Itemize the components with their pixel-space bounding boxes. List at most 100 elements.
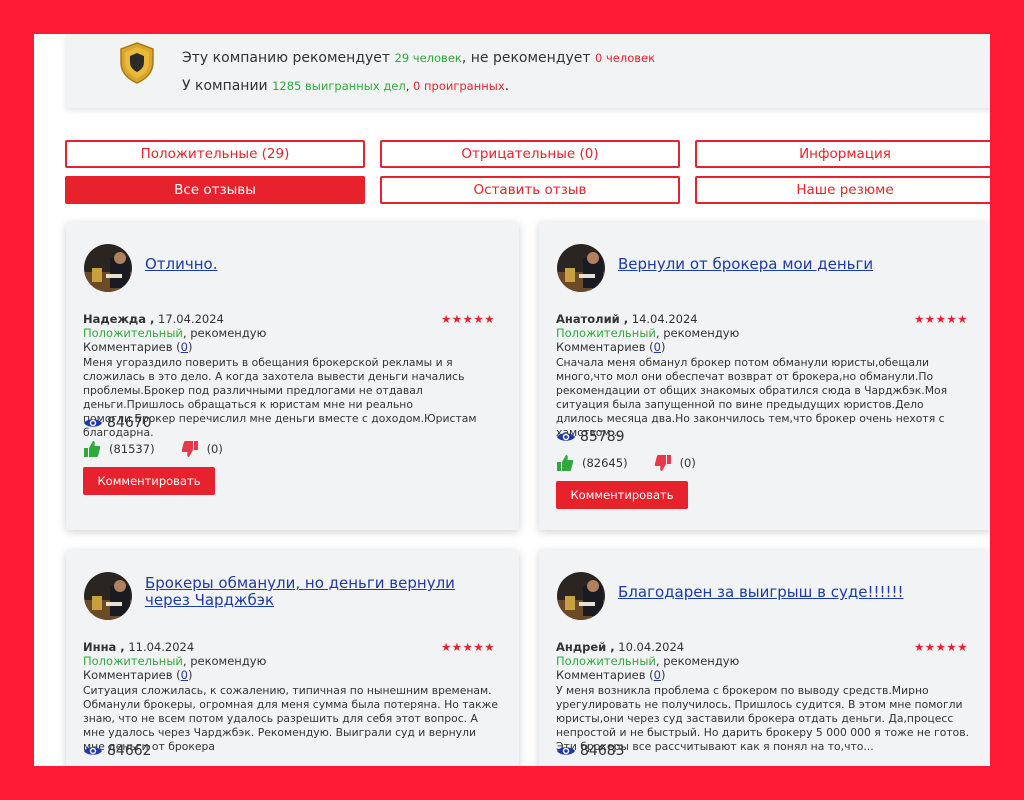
avatar bbox=[557, 572, 605, 620]
comment-button[interactable]: Комментировать bbox=[556, 481, 688, 509]
review-card: Вернули от брокера мои деньги Анатолий ,… bbox=[539, 222, 990, 530]
review-author-line: Андрей , 10.04.2024 bbox=[556, 640, 685, 654]
cases-line: У компании 1285 выигранных дел, 0 проигр… bbox=[182, 78, 509, 94]
review-author: Андрей bbox=[556, 640, 607, 654]
eye-icon bbox=[557, 747, 575, 755]
comments-label: Комментариев ( bbox=[83, 668, 181, 682]
avatar bbox=[84, 244, 132, 292]
dislikes-count: (0) bbox=[206, 442, 223, 456]
all-reviews-button[interactable]: Все отзывы bbox=[65, 176, 365, 204]
comment-button[interactable]: Комментировать bbox=[83, 467, 215, 495]
review-type-line: Положительный, рекомендую bbox=[556, 326, 739, 340]
cases-comma: , bbox=[405, 79, 414, 93]
comments-count-link[interactable]: 0 bbox=[181, 340, 188, 354]
review-type-line: Положительный, рекомендую bbox=[83, 654, 266, 668]
rating-stars: ★★★★★ bbox=[441, 640, 496, 654]
views-count: 84683 bbox=[580, 743, 625, 759]
review-type: Положительный bbox=[556, 654, 656, 668]
comments-line: Комментариев (0) bbox=[83, 668, 193, 682]
recommendation-line: Эту компанию рекомендует 29 человек, не … bbox=[182, 50, 655, 66]
comments-close: ) bbox=[661, 340, 666, 354]
lost-cases: 0 проигранных bbox=[413, 79, 505, 93]
rating-stars: ★★★★★ bbox=[914, 312, 969, 326]
comments-close: ) bbox=[661, 668, 666, 682]
review-title[interactable]: Вернули от брокера мои деньги bbox=[618, 256, 973, 273]
review-author-line: Надежда , 17.04.2024 bbox=[83, 312, 224, 326]
review-title[interactable]: Брокеры обманули, но деньги вернули чере… bbox=[145, 575, 500, 609]
leave-review-button[interactable]: Оставить отзыв bbox=[380, 176, 680, 204]
thumbs-up-icon[interactable] bbox=[83, 440, 101, 458]
avatar bbox=[84, 572, 132, 620]
vote-bar: (82645) (0) bbox=[556, 454, 696, 472]
cases-period: . bbox=[504, 78, 510, 94]
rec-prefix: Эту компанию рекомендует bbox=[182, 50, 395, 66]
comments-close: ) bbox=[188, 340, 193, 354]
review-type: Положительный bbox=[83, 326, 183, 340]
review-recommend: , рекомендую bbox=[655, 326, 740, 340]
page-canvas: Эту компанию рекомендует 29 человек, не … bbox=[34, 34, 990, 766]
views-count: 85789 bbox=[580, 429, 625, 445]
notrec-count: 0 человек bbox=[595, 51, 656, 65]
rec-count: 29 человек bbox=[394, 51, 462, 65]
our-resume-button[interactable]: Наше резюме bbox=[695, 176, 990, 204]
review-title[interactable]: Отлично. bbox=[145, 256, 500, 273]
comments-line: Комментариев (0) bbox=[556, 668, 666, 682]
review-title[interactable]: Благодарен за выигрыш в суде!!!!!! bbox=[618, 584, 973, 601]
dislikes-count: (0) bbox=[679, 456, 696, 470]
likes-count: (81537) bbox=[109, 442, 155, 456]
thumbs-up-icon[interactable] bbox=[556, 454, 574, 472]
review-type-line: Положительный, рекомендую bbox=[83, 326, 266, 340]
review-author-line: Анатолий , 14.04.2024 bbox=[556, 312, 698, 326]
comments-count-link[interactable]: 0 bbox=[654, 340, 661, 354]
review-date: 11.04.2024 bbox=[128, 640, 195, 654]
comments-label: Комментариев ( bbox=[556, 340, 654, 354]
info-button[interactable]: Информация bbox=[695, 140, 990, 168]
rec-middle: , не рекомендует bbox=[461, 50, 596, 66]
likes-count: (82645) bbox=[582, 456, 628, 470]
review-author: Анатолий bbox=[556, 312, 620, 326]
review-date: 14.04.2024 bbox=[631, 312, 698, 326]
review-author: Инна bbox=[83, 640, 117, 654]
views-counter: 84670 bbox=[83, 415, 152, 431]
views-counter: 84662 bbox=[83, 743, 152, 759]
thumbs-down-icon[interactable] bbox=[181, 440, 199, 458]
review-type: Положительный bbox=[556, 326, 656, 340]
review-recommend: , рекомендую bbox=[182, 654, 267, 668]
comments-count-link[interactable]: 0 bbox=[654, 668, 661, 682]
rating-stars: ★★★★★ bbox=[914, 640, 969, 654]
thumbs-down-icon[interactable] bbox=[654, 454, 672, 472]
avatar bbox=[557, 244, 605, 292]
company-summary: Эту компанию рекомендует 29 человек, не … bbox=[66, 34, 990, 108]
cases-prefix: У компании bbox=[182, 78, 273, 94]
views-counter: 85789 bbox=[556, 429, 625, 445]
review-date: 10.04.2024 bbox=[618, 640, 685, 654]
review-recommend: , рекомендую bbox=[655, 654, 740, 668]
views-count: 84670 bbox=[107, 415, 152, 431]
views-counter: 84683 bbox=[556, 743, 625, 759]
vote-bar: (81537) (0) bbox=[83, 440, 223, 458]
eye-icon bbox=[84, 419, 102, 427]
review-date: 17.04.2024 bbox=[158, 312, 224, 326]
rating-stars: ★★★★★ bbox=[441, 312, 496, 326]
review-card: Отлично. Надежда , 17.04.2024 ★★★★★ Поло… bbox=[66, 222, 519, 530]
review-text: Сначала меня обманул брокер потом обману… bbox=[556, 356, 948, 439]
comments-line: Комментариев (0) bbox=[556, 340, 666, 354]
won-cases: 1285 выигранных дел bbox=[272, 79, 406, 93]
comments-line: Комментариев (0) bbox=[83, 340, 193, 354]
comments-label: Комментариев ( bbox=[556, 668, 654, 682]
eye-icon bbox=[84, 747, 102, 755]
filter-positive-button[interactable]: Положительные (29) bbox=[65, 140, 365, 168]
comments-close: ) bbox=[188, 668, 193, 682]
shield-icon bbox=[120, 42, 154, 84]
review-author-line: Инна , 11.04.2024 bbox=[83, 640, 195, 654]
review-recommend: , рекомендую bbox=[182, 326, 267, 340]
review-card: Благодарен за выигрыш в суде!!!!!! Андре… bbox=[539, 550, 990, 766]
eye-icon bbox=[557, 433, 575, 441]
review-author: Надежда bbox=[83, 312, 146, 326]
comments-label: Комментариев ( bbox=[83, 340, 181, 354]
filter-negative-button[interactable]: Отрицательные (0) bbox=[380, 140, 680, 168]
review-type: Положительный bbox=[83, 654, 183, 668]
review-type-line: Положительный, рекомендую bbox=[556, 654, 739, 668]
review-card: Брокеры обманули, но деньги вернули чере… bbox=[66, 550, 519, 766]
comments-count-link[interactable]: 0 bbox=[181, 668, 188, 682]
